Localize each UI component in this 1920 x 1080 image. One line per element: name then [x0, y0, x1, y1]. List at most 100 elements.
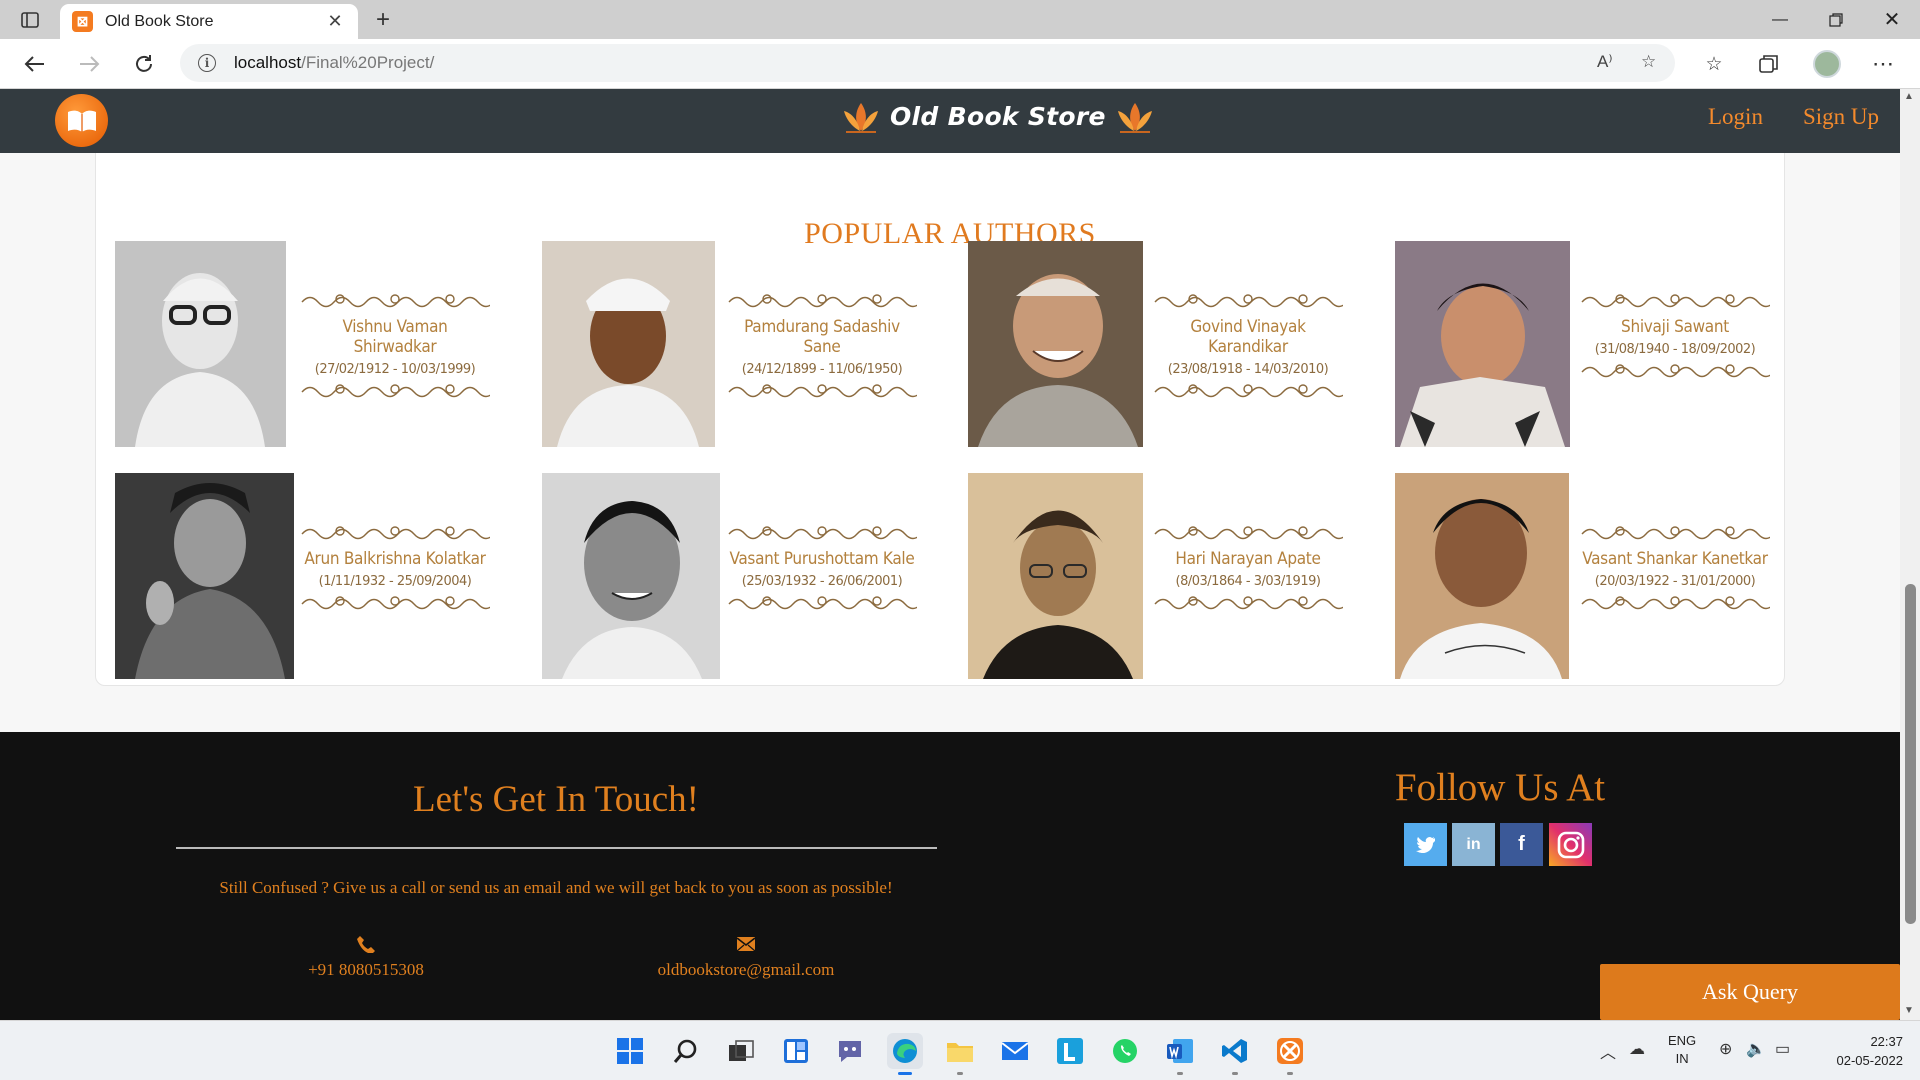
browser-title-bar: ⊠ Old Book Store ✕ + — ✕ [0, 0, 1920, 39]
refresh-button[interactable] [127, 48, 161, 80]
lotus-left-icon [844, 103, 878, 133]
teams-chat-icon[interactable] [832, 1033, 868, 1069]
author-card[interactable]: Vasant Purushottam Kale (25/03/1932 - 26… [542, 473, 942, 679]
windows-start-icon[interactable] [612, 1033, 648, 1069]
author-card[interactable]: Pamdurang Sadashiv Sane (24/12/1899 - 11… [542, 241, 942, 447]
page-viewport: Old Book Store Login Sign Up POPULAR AUT… [0, 89, 1900, 1020]
volume-icon[interactable]: 🔈 [1746, 1039, 1766, 1059]
xampp-logo-icon [1277, 1038, 1303, 1064]
battery-icon[interactable]: ▭ [1775, 1039, 1790, 1059]
scroll-down-icon[interactable]: ▼ [1904, 1005, 1914, 1016]
author-portrait [542, 473, 720, 679]
collections-glyph-icon [1759, 55, 1778, 73]
linkedin-icon[interactable]: in [1452, 823, 1495, 866]
profile-avatar[interactable] [1813, 50, 1841, 78]
ask-query-button[interactable]: Ask Query [1600, 964, 1900, 1020]
author-caption: Pamdurang Sadashiv Sane (24/12/1899 - 11… [727, 291, 917, 403]
widgets-icon[interactable] [778, 1033, 814, 1069]
back-button[interactable] [18, 48, 52, 80]
facebook-icon[interactable]: f [1500, 823, 1543, 866]
clock[interactable]: 22:37 02-05-2022 [1815, 1032, 1904, 1070]
author-dates: (27/02/1912 - 10/03/1999) [314, 362, 476, 377]
contact-heading: Let's Get In Touch! [413, 779, 699, 820]
contact-message: Still Confused ? Give us a call or send … [219, 878, 893, 897]
ornament-divider-icon [301, 384, 490, 398]
author-dates: (24/12/1899 - 11/06/1950) [741, 362, 903, 377]
page-scrollbar[interactable]: ▲ ▼ [1900, 89, 1920, 1020]
author-card[interactable]: Arun Balkrishna Kolatkar (1/11/1932 - 25… [115, 473, 515, 679]
ornament-divider-icon [728, 294, 917, 308]
language-indicator[interactable]: ENG IN [1668, 1032, 1696, 1068]
search-icon[interactable] [668, 1033, 704, 1069]
twitter-icon[interactable] [1404, 823, 1447, 866]
whatsapp-icon[interactable] [1107, 1033, 1143, 1069]
book-logo-icon[interactable] [55, 94, 108, 147]
read-aloud-icon[interactable]: A⁾ [1597, 52, 1613, 72]
restore-button[interactable] [1808, 0, 1864, 39]
author-name: Arun Balkrishna Kolatkar [304, 549, 486, 569]
xampp-icon[interactable] [1272, 1033, 1308, 1075]
collections-icon[interactable] [1752, 48, 1786, 80]
email-address: oldbookstore@gmail.com [657, 960, 835, 979]
author-name: Hari Narayan Apate [1175, 549, 1321, 569]
open-book-icon [67, 110, 96, 132]
author-name: Vishnu Vaman Shirwadkar [342, 317, 448, 357]
favorite-star-icon[interactable]: ☆ [1641, 52, 1656, 72]
forward-button[interactable] [72, 48, 106, 80]
phone-contact[interactable]: +91 8080515308 [286, 935, 446, 980]
letter-l-icon [1057, 1038, 1083, 1064]
widgets-glyph-icon [784, 1039, 808, 1063]
chevron-up-icon[interactable]: ︿ [1600, 1039, 1616, 1063]
settings-more-icon[interactable]: ⋯ [1866, 48, 1900, 80]
brand-name: Old Book Store [890, 101, 1106, 131]
phone-icon [357, 936, 375, 953]
author-card[interactable]: Shivaji Sawant (31/08/1940 - 18/09/2002) [1395, 241, 1795, 447]
author-card[interactable]: Govind Vinayak Karandikar (23/08/1918 - … [968, 241, 1368, 447]
word-icon[interactable] [1162, 1033, 1198, 1075]
app-l-icon[interactable] [1052, 1033, 1088, 1069]
site-brand[interactable]: Old Book Store [840, 99, 1156, 133]
close-tab-icon[interactable]: ✕ [324, 11, 346, 32]
network-icon[interactable]: ⊕ [1719, 1039, 1732, 1059]
ornament-divider-icon [1154, 526, 1343, 540]
ornament-divider-icon [728, 596, 917, 610]
xampp-icon: ⊠ [72, 11, 93, 32]
twitter-bird-icon [1415, 837, 1435, 853]
minimize-button[interactable]: — [1752, 0, 1808, 39]
site-info-icon[interactable]: i [198, 54, 216, 72]
task-view-icon[interactable] [723, 1033, 759, 1069]
edge-browser-icon[interactable] [887, 1033, 923, 1075]
vscode-logo-icon [1222, 1039, 1247, 1063]
address-bar[interactable]: i localhost/Final%20Project/ A⁾ ☆ [180, 44, 1675, 82]
login-link[interactable]: Login [1708, 104, 1763, 130]
favorites-icon[interactable]: ☆ [1697, 48, 1731, 80]
author-card[interactable]: Vishnu Vaman Shirwadkar (27/02/1912 - 10… [115, 241, 515, 447]
author-dates: (31/08/1940 - 18/09/2002) [1594, 342, 1756, 357]
ornament-divider-icon [301, 294, 490, 308]
instagram-icon[interactable] [1549, 823, 1592, 866]
author-portrait [115, 473, 294, 679]
ornament-divider-icon [1581, 364, 1770, 378]
mail-icon[interactable] [997, 1033, 1033, 1069]
ornament-divider-icon [728, 526, 917, 540]
onedrive-icon[interactable]: ☁ [1629, 1039, 1645, 1059]
ornament-divider-icon [728, 384, 917, 398]
scroll-thumb[interactable] [1905, 584, 1916, 924]
vscode-icon[interactable] [1217, 1033, 1253, 1075]
author-card[interactable]: Hari Narayan Apate (8/03/1864 - 3/03/191… [968, 473, 1368, 679]
browser-toolbar: i localhost/Final%20Project/ A⁾ ☆ ☆ ⋯ [0, 39, 1920, 89]
magnifier-icon [673, 1039, 697, 1063]
email-contact[interactable]: oldbookstore@gmail.com [636, 935, 856, 980]
author-dates: (20/03/1922 - 31/01/2000) [1594, 574, 1756, 589]
browser-tab[interactable]: ⊠ Old Book Store ✕ [60, 4, 358, 39]
tab-actions-button[interactable] [14, 7, 46, 33]
scroll-up-icon[interactable]: ▲ [1904, 91, 1914, 102]
signup-link[interactable]: Sign Up [1803, 104, 1879, 130]
new-tab-button[interactable]: + [368, 6, 398, 34]
close-window-button[interactable]: ✕ [1864, 0, 1920, 39]
file-explorer-icon[interactable] [942, 1033, 978, 1075]
ornament-divider-icon [1581, 294, 1770, 308]
author-card[interactable]: Vasant Shankar Kanetkar (20/03/1922 - 31… [1395, 473, 1795, 679]
ornament-divider-icon [1581, 526, 1770, 540]
running-indicator [957, 1072, 963, 1075]
